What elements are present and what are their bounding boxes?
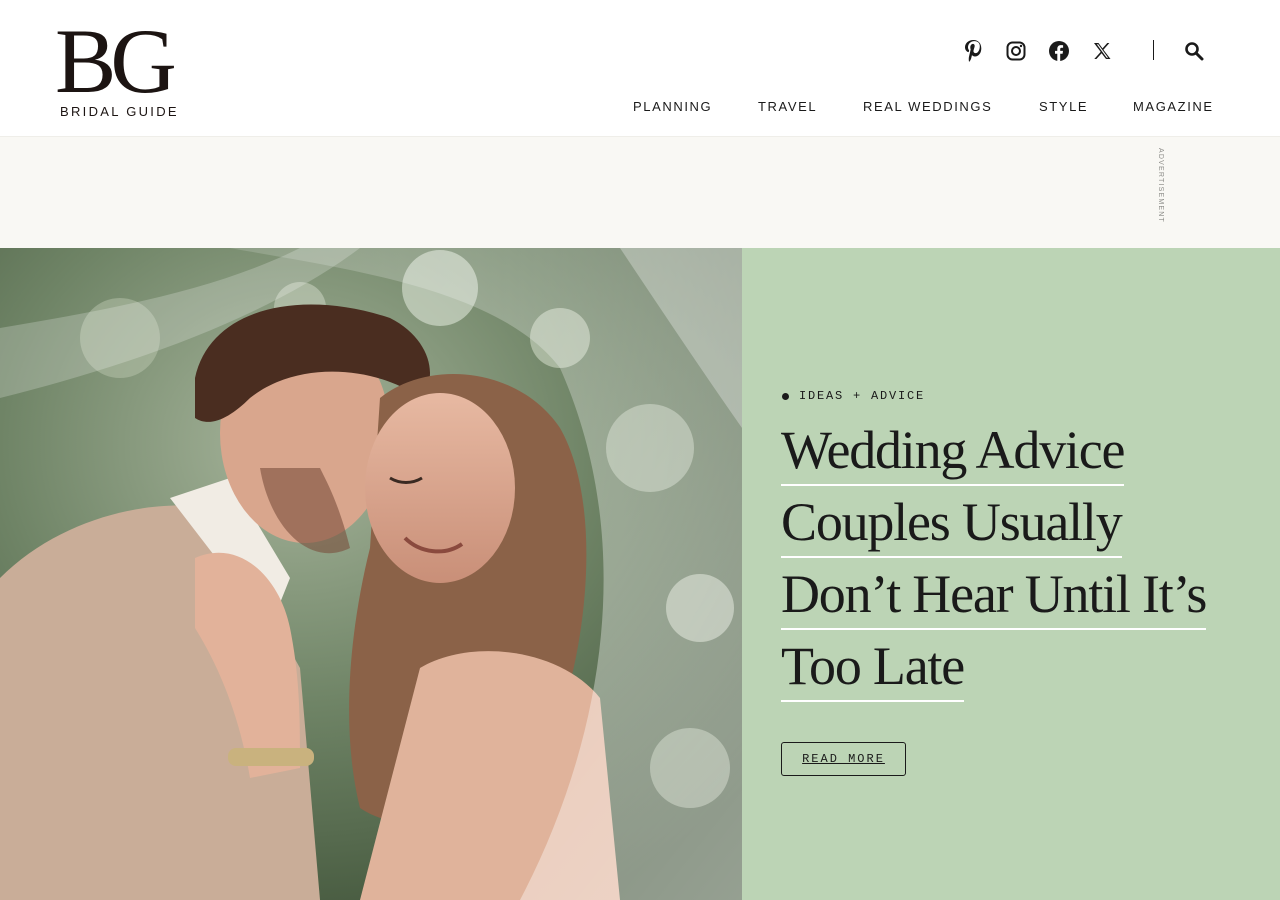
x-link[interactable] (1091, 38, 1113, 64)
facebook-icon (1049, 41, 1069, 61)
category-tag[interactable]: IDEAS + ADVICE (782, 389, 925, 403)
nav-item-travel[interactable]: TRAVEL (758, 97, 817, 117)
nav-item-planning[interactable]: PLANNING (633, 97, 712, 117)
x-twitter-icon (1094, 43, 1111, 59)
category-label: IDEAS + ADVICE (799, 389, 926, 403)
instagram-link[interactable] (1005, 38, 1027, 64)
hero-text-panel: IDEAS + ADVICE Wedding Advice Couples Us… (742, 248, 1280, 900)
pinterest-icon (965, 40, 982, 62)
site-header: BG BRIDAL GUIDE PLANNING TRAVEL REAL WED… (0, 0, 1280, 137)
search-icon (1185, 42, 1204, 61)
nav-item-style[interactable]: STYLE (1039, 97, 1088, 117)
hero-feature: IDEAS + ADVICE Wedding Advice Couples Us… (0, 248, 1280, 900)
main-nav: PLANNING TRAVEL REAL WEDDINGS STYLE MAGA… (0, 97, 1280, 117)
instagram-icon (1006, 41, 1026, 61)
hero-headline[interactable]: Wedding Advice Couples Usually Don’t Hea… (781, 420, 1251, 708)
headline-line: Too Late (781, 636, 965, 702)
couple-photo-illustration (0, 248, 742, 900)
headline-line: Don’t Hear Until It’s (781, 564, 1207, 630)
ad-banner (0, 137, 1280, 248)
headline-line: Couples Usually (781, 492, 1123, 558)
read-more-button[interactable]: READ MORE (781, 742, 906, 776)
nav-item-magazine[interactable]: MAGAZINE (1133, 97, 1214, 117)
search-button[interactable] (1183, 38, 1205, 64)
headline-line: Wedding Advice (781, 420, 1125, 486)
header-divider (1153, 40, 1154, 60)
nav-item-real-weddings[interactable]: REAL WEDDINGS (863, 97, 992, 117)
logo-mark: BG (55, 10, 177, 112)
pinterest-link[interactable] (962, 38, 984, 64)
category-dot (782, 392, 789, 400)
ad-label: ADVERTISEMENT (1157, 148, 1164, 223)
hero-photo[interactable] (0, 248, 742, 900)
facebook-link[interactable] (1047, 38, 1071, 64)
